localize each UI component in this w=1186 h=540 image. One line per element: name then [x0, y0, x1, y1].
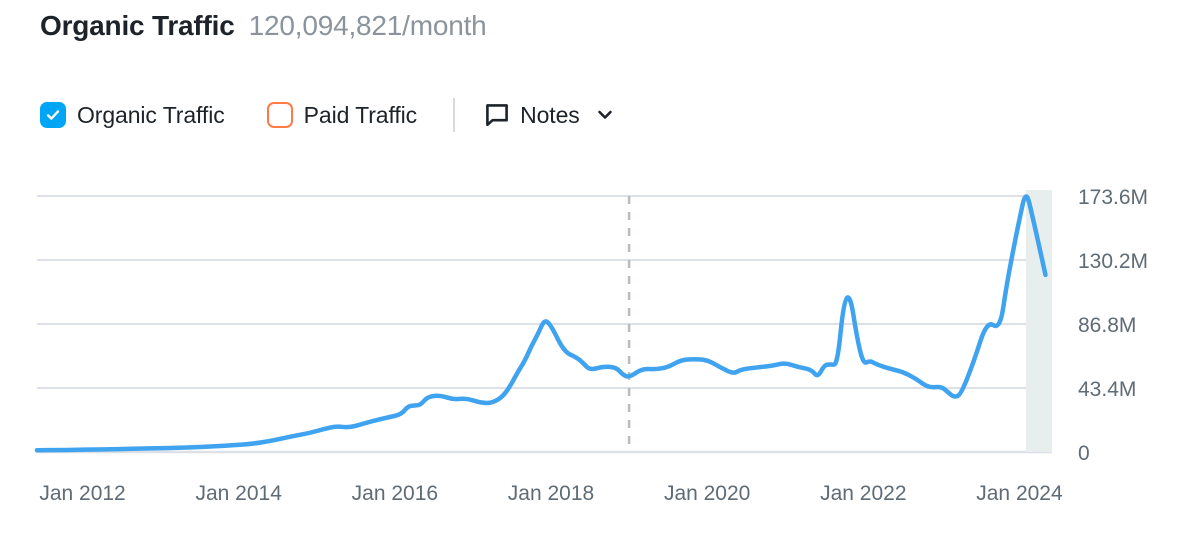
svg-text:Jan 2016: Jan 2016 — [352, 482, 438, 505]
legend-item-paid-traffic[interactable]: Paid Traffic — [266, 101, 418, 129]
page-title: Organic Traffic — [40, 10, 235, 41]
legend-item-organic-traffic[interactable]: Organic Traffic — [40, 102, 225, 129]
comment-bubble-icon — [486, 104, 508, 127]
chart-x-axis-labels: Jan 2012 Jan 2014 Jan 2016 Jan 2018 Jan 2020… — [39, 482, 1063, 505]
traffic-value: 120,094,821/month — [248, 10, 487, 41]
svg-text:Jan 2014: Jan 2014 — [195, 482, 282, 505]
organic-traffic-chart[interactable]: 0 43.4M 86.8M 130.2M 173.6M Jan 2012 Jan 2014… — [0, 160, 1186, 540]
checkbox-checked-icon[interactable] — [40, 102, 66, 128]
svg-text:Jan 2012: Jan 2012 — [39, 482, 125, 505]
chart-y-axis-labels: 0 43.4M 86.8M 130.2M 173.6M — [1078, 186, 1148, 465]
chart-controls: Organic Traffic Paid Traffic Notes — [40, 97, 615, 133]
legend-label-paid-traffic: Paid Traffic — [303, 101, 418, 128]
svg-text:43.4M: 43.4M — [1078, 378, 1136, 401]
svg-text:Jan 2022: Jan 2022 — [820, 482, 906, 505]
controls-divider — [453, 98, 456, 132]
chart-header: Organic Traffic 120,094,821/month — [40, 10, 487, 42]
legend-label-organic-traffic: Organic Traffic — [77, 101, 225, 128]
chart-svg[interactable]: 0 43.4M 86.8M 130.2M 173.6M Jan 2012 Jan 2014… — [0, 160, 1186, 540]
svg-text:0: 0 — [1078, 442, 1090, 465]
svg-text:Jan 2020: Jan 2020 — [664, 482, 750, 505]
chart-shaded-band — [1025, 190, 1052, 452]
svg-text:130.2M: 130.2M — [1078, 250, 1148, 273]
svg-text:Jan 2024: Jan 2024 — [976, 482, 1063, 505]
svg-text:173.6M: 173.6M — [1078, 186, 1148, 209]
checkbox-unchecked-icon[interactable] — [266, 102, 293, 128]
notes-dropdown[interactable]: Notes — [485, 102, 615, 129]
svg-text:Jan 2018: Jan 2018 — [508, 482, 594, 505]
svg-text:86.8M: 86.8M — [1078, 314, 1136, 337]
chevron-down-icon[interactable] — [595, 105, 615, 125]
notes-label: Notes — [520, 101, 580, 128]
